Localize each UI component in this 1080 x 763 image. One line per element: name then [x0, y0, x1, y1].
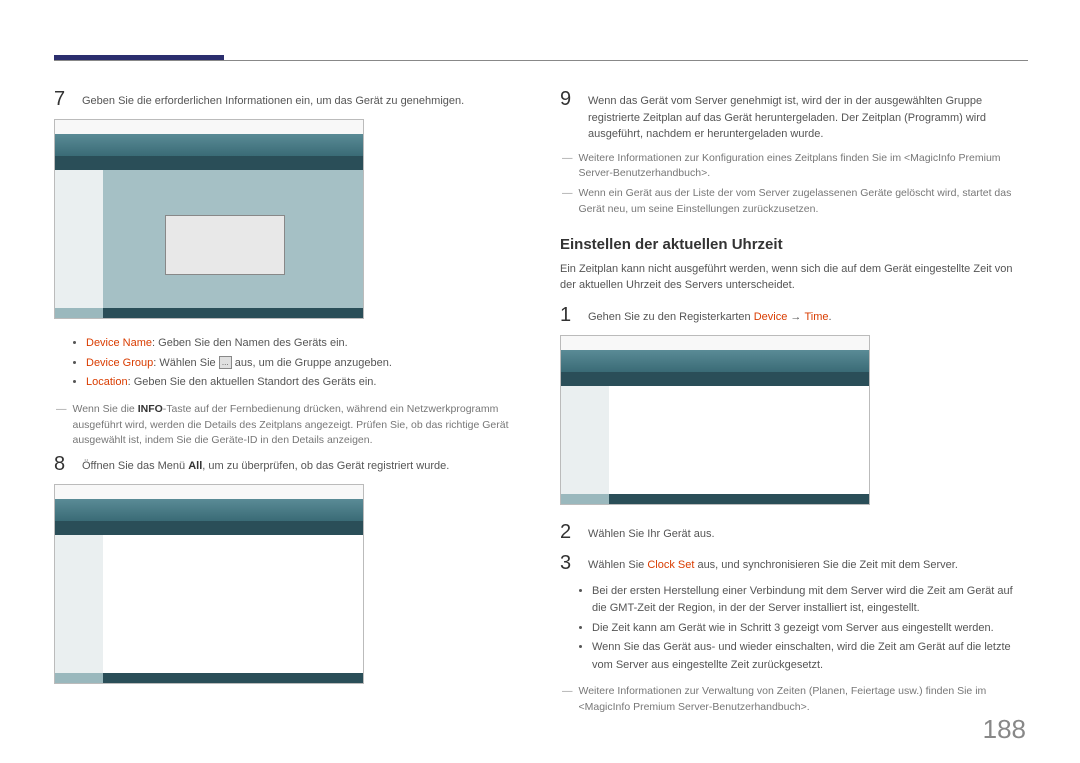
- note-schedule-config: ― Weitere Informationen zur Konfiguratio…: [560, 151, 1028, 183]
- section-intro: Ein Zeitplan kann nicht ausgeführt werde…: [560, 261, 1028, 294]
- note-dash-icon: ―: [562, 151, 573, 183]
- field-label: Location: [86, 376, 128, 388]
- section-heading: Einstellen der aktuellen Uhrzeit: [560, 236, 1028, 253]
- right-column: 9 Wenn das Gerät vom Server genehmigt is…: [560, 88, 1028, 720]
- step-number: 7: [54, 88, 70, 111]
- header-divider: [54, 60, 1028, 61]
- step-7: 7 Geben Sie die erforderlichen Informati…: [54, 88, 522, 111]
- bullet-location: Location: Geben Sie den aktuellen Stando…: [86, 374, 522, 392]
- step-number: 2: [560, 521, 576, 544]
- field-text-after: aus, um die Gruppe anzugeben.: [232, 357, 392, 369]
- bullet-item: Wenn Sie das Gerät aus- und wieder einsc…: [592, 639, 1028, 674]
- note-device-delete: ― Wenn ein Gerät aus der Liste der vom S…: [560, 186, 1028, 218]
- step-text: Gehen Sie zu den Registerkarten Device →…: [588, 304, 832, 327]
- field-text-before: : Wählen Sie: [153, 357, 218, 369]
- field-label: Device Group: [86, 357, 153, 369]
- note-dash-icon: ―: [562, 684, 573, 716]
- step-text: Öffnen Sie das Menü All, um zu überprüfe…: [82, 453, 449, 476]
- bullet-item: Die Zeit kann am Gerät wie in Schritt 3 …: [592, 620, 1028, 638]
- bullet-device-name: Device Name: Geben Sie den Namen des Ger…: [86, 335, 522, 353]
- note-dash-icon: ―: [562, 186, 573, 218]
- screenshot-approve-dialog: [54, 119, 364, 319]
- note-text: Wenn ein Gerät aus der Liste der vom Ser…: [579, 186, 1029, 218]
- bullet-list-time: Bei der ersten Herstellung einer Verbind…: [560, 583, 1028, 675]
- bullet-item: Bei der ersten Herstellung einer Verbind…: [592, 583, 1028, 618]
- step-number: 1: [560, 304, 576, 327]
- step-1: 1 Gehen Sie zu den Registerkarten Device…: [560, 304, 1028, 327]
- ellipsis-icon: ...: [219, 356, 232, 369]
- content-columns: 7 Geben Sie die erforderlichen Informati…: [54, 88, 1028, 720]
- step-8: 8 Öffnen Sie das Menü All, um zu überprü…: [54, 453, 522, 476]
- note-dash-icon: ―: [56, 402, 67, 449]
- step-number: 9: [560, 88, 576, 143]
- note-time-management: ― Weitere Informationen zur Verwaltung v…: [560, 684, 1028, 716]
- step-number: 8: [54, 453, 70, 476]
- field-text: : Geben Sie den Namen des Geräts ein.: [152, 337, 348, 349]
- bullet-list-fields: Device Name: Geben Sie den Namen des Ger…: [54, 335, 522, 392]
- step-2: 2 Wählen Sie Ihr Gerät aus.: [560, 521, 1028, 544]
- note-info-key: ― Wenn Sie die INFO-Taste auf der Fernbe…: [54, 402, 522, 449]
- field-text: : Geben Sie den aktuellen Standort des G…: [128, 376, 377, 388]
- note-text: Wenn Sie die INFO-Taste auf der Fernbedi…: [73, 402, 523, 449]
- step-9: 9 Wenn das Gerät vom Server genehmigt is…: [560, 88, 1028, 143]
- bullet-device-group: Device Group: Wählen Sie ... aus, um die…: [86, 355, 522, 373]
- page-number: 188: [983, 714, 1026, 745]
- left-column: 7 Geben Sie die erforderlichen Informati…: [54, 88, 522, 720]
- field-label: Device Name: [86, 337, 152, 349]
- note-text: Weitere Informationen zur Konfiguration …: [579, 151, 1029, 183]
- screenshot-device-time: [560, 335, 870, 505]
- step-text: Wählen Sie Ihr Gerät aus.: [588, 521, 715, 544]
- step-3: 3 Wählen Sie Clock Set aus, und synchron…: [560, 552, 1028, 575]
- note-text: Weitere Informationen zur Verwaltung von…: [579, 684, 1029, 716]
- step-number: 3: [560, 552, 576, 575]
- step-text: Geben Sie die erforderlichen Information…: [82, 88, 464, 111]
- step-text: Wenn das Gerät vom Server genehmigt ist,…: [588, 88, 1028, 143]
- step-text: Wählen Sie Clock Set aus, und synchronis…: [588, 552, 958, 575]
- screenshot-all-menu: [54, 484, 364, 684]
